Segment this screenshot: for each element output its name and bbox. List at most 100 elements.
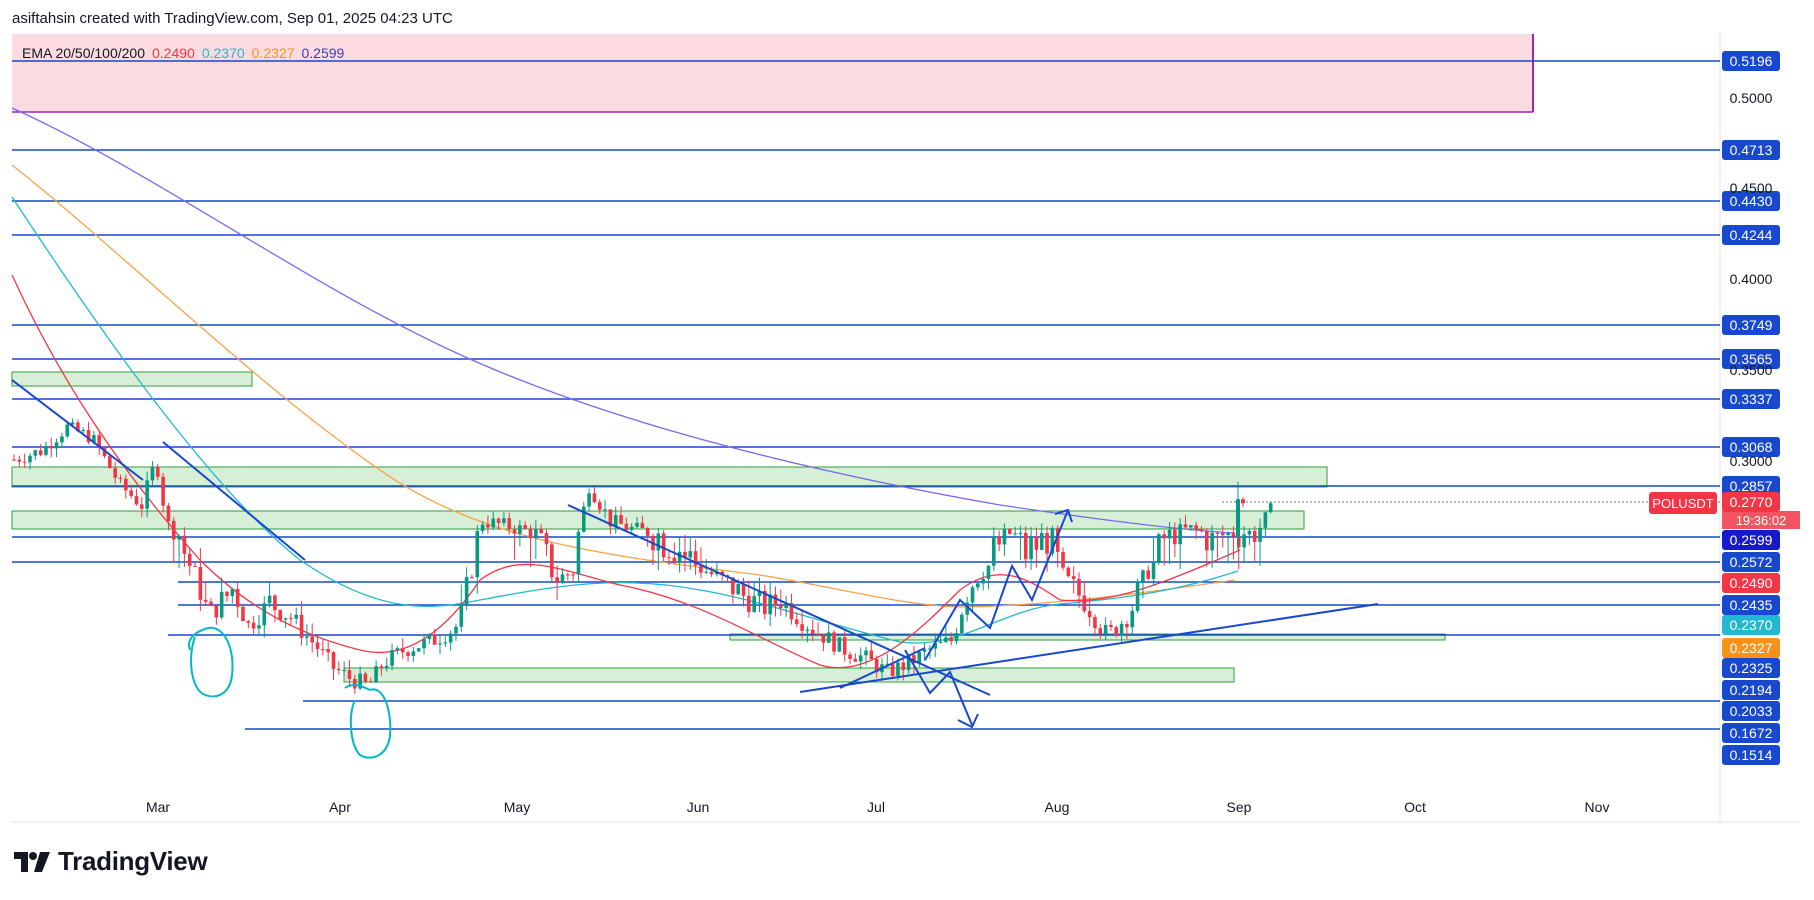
- candle-body: [709, 571, 714, 575]
- candle-body: [704, 571, 709, 573]
- candle-body: [129, 490, 133, 497]
- candle-body: [1087, 611, 1092, 618]
- candle-body: [528, 528, 533, 539]
- candle-body: [1018, 532, 1023, 534]
- candle-body: [613, 515, 618, 527]
- candle-body: [384, 665, 389, 669]
- candle-body: [155, 467, 160, 477]
- price-label-text: 0.2370: [1730, 617, 1773, 633]
- candle-body: [241, 606, 245, 622]
- candle-body: [853, 658, 858, 662]
- countdown-tag: 19:36:02: [1722, 511, 1800, 529]
- price-label-text: 0.3749: [1730, 317, 1773, 333]
- time-axis: Mar Apr May Jun Jul Aug Sep Oct Nov: [146, 799, 1610, 815]
- candle-body: [1242, 534, 1246, 548]
- symbol-tag-text: POLUSDT: [1652, 496, 1713, 511]
- candle-body: [411, 651, 416, 657]
- candle-body: [677, 551, 682, 563]
- price-label-text: 0.2770: [1730, 494, 1773, 510]
- candle-body: [496, 518, 501, 523]
- candle-body: [981, 578, 985, 584]
- candle-body: [976, 583, 980, 588]
- tradingview-logo[interactable]: TradingView: [14, 846, 208, 877]
- candle-body: [1247, 530, 1252, 535]
- price-label-text: 0.2194: [1730, 682, 1773, 698]
- price-tick-0.5000: 0.5000: [1730, 90, 1773, 106]
- candle-body: [949, 637, 953, 642]
- candle-body: [427, 634, 432, 640]
- candle-body: [523, 525, 527, 529]
- candle-body: [1183, 524, 1188, 528]
- candle-body: [38, 450, 43, 455]
- candle-body: [741, 584, 746, 596]
- annotation-circle-apr: [344, 683, 392, 759]
- candle-body: [1029, 536, 1033, 560]
- candle-body: [203, 599, 208, 602]
- candle-body: [800, 624, 804, 631]
- candle-body: [44, 446, 48, 455]
- level-lines: [12, 60, 1720, 730]
- price-label-text: 0.1672: [1730, 725, 1773, 741]
- candle-body: [347, 670, 352, 679]
- candle-body: [416, 648, 421, 652]
- price-label-0.2033: 0.2033: [1722, 701, 1780, 721]
- candle-body: [486, 524, 490, 528]
- candle-body: [326, 649, 330, 653]
- candle-body: [507, 518, 512, 530]
- candle-body: [454, 626, 458, 634]
- candle-body: [944, 637, 948, 642]
- candle-body: [555, 577, 559, 583]
- candle-body: [1167, 529, 1172, 539]
- candle-body: [262, 603, 267, 626]
- candle-body: [619, 515, 623, 524]
- candle-body: [1034, 536, 1039, 550]
- candle-body: [502, 518, 506, 523]
- candle-body: [672, 557, 677, 563]
- candle-body: [747, 595, 751, 612]
- candle-body: [566, 574, 570, 576]
- downtrend-line-1: [11, 379, 144, 481]
- candle-body: [1258, 527, 1262, 542]
- candle-body: [970, 587, 975, 603]
- price-label-text: 0.2327: [1730, 640, 1773, 656]
- candle-body: [108, 456, 112, 469]
- candle-body: [1162, 534, 1166, 539]
- candle-body: [140, 504, 144, 509]
- ema-legend: EMA 20/50/100/200 0.2490 0.2370 0.2327 0…: [22, 45, 344, 61]
- candle-body: [310, 636, 314, 643]
- tradingview-logo-icon: [14, 851, 50, 872]
- candle-body: [699, 565, 703, 573]
- candle-body: [1023, 532, 1028, 560]
- candle-body: [363, 673, 368, 682]
- last-candle-body: [1236, 499, 1240, 537]
- candle-body: [560, 574, 565, 583]
- price-label-text: 0.5196: [1730, 53, 1773, 69]
- candle-body: [832, 632, 836, 652]
- candle-body: [816, 633, 820, 635]
- candle-body: [54, 442, 59, 449]
- candle-body: [1205, 531, 1209, 551]
- symbol-tag: POLUSDT: [1649, 492, 1717, 514]
- price-label-0.2194: 0.2194: [1722, 680, 1780, 700]
- price-label-text: 0.3337: [1730, 391, 1773, 407]
- candle-body: [1178, 524, 1182, 545]
- candle-body: [267, 595, 272, 604]
- candle-body: [858, 655, 863, 662]
- price-label-0.3337: 0.3337: [1722, 389, 1780, 409]
- candle-body: [837, 637, 842, 652]
- candle-body: [661, 533, 666, 558]
- candle-body: [597, 502, 602, 510]
- candle-body: [390, 650, 394, 666]
- candle-body: [656, 533, 661, 551]
- candle-body: [992, 536, 996, 566]
- candle-body: [1109, 624, 1113, 627]
- price-chart[interactable]: 0.51960.47130.44300.42440.37490.35650.33…: [0, 0, 1814, 900]
- price-label-0.4244: 0.4244: [1722, 225, 1780, 245]
- candle-body: [826, 632, 831, 643]
- price-label-text: 0.2490: [1730, 575, 1773, 591]
- candle-body: [752, 596, 756, 612]
- candle-body: [645, 528, 650, 536]
- candle-body: [273, 595, 277, 611]
- candle-body: [1141, 570, 1145, 582]
- candle-body: [544, 533, 549, 545]
